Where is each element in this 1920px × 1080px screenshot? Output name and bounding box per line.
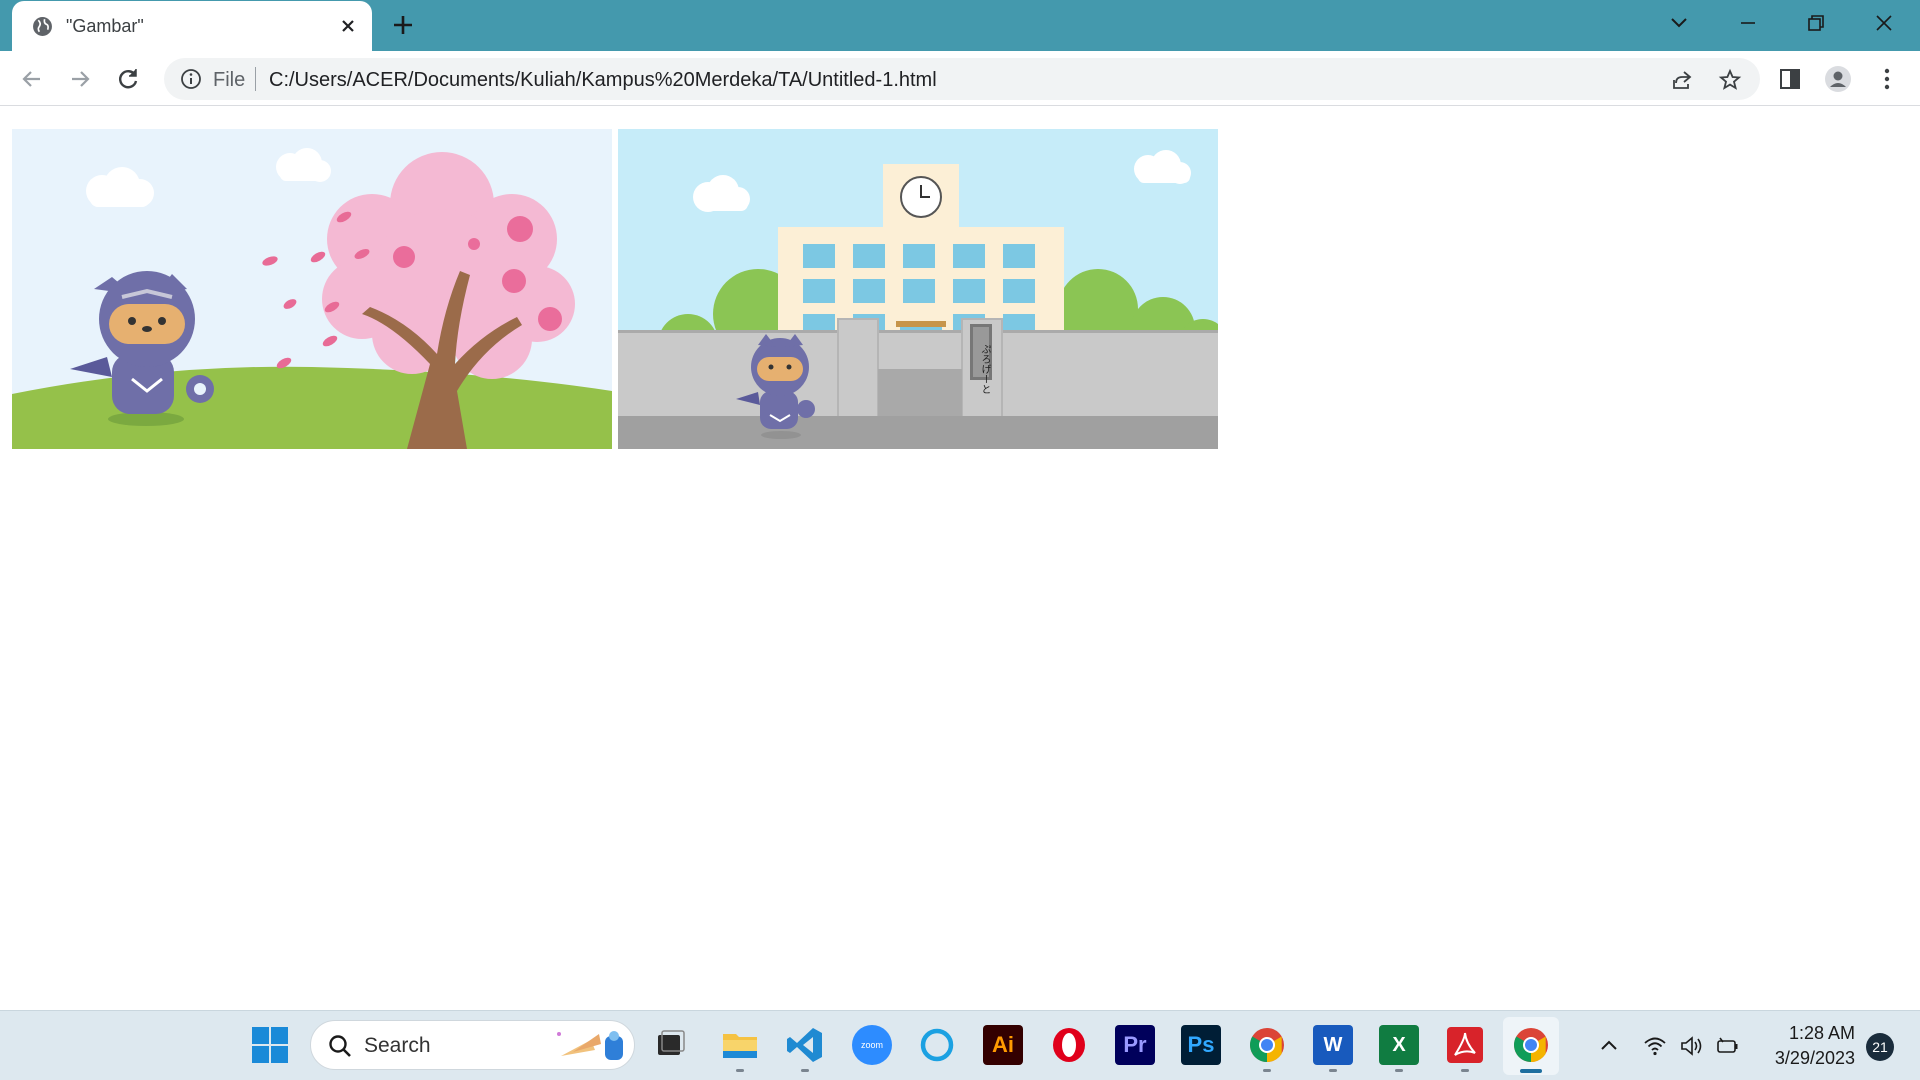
file-explorer-running-indicator: [736, 1069, 744, 1072]
volume-icon[interactable]: [1679, 1033, 1705, 1059]
search-placeholder: Search: [364, 1034, 431, 1057]
file-explorer-icon[interactable]: [720, 1025, 760, 1065]
chrome-icon[interactable]: [1247, 1025, 1287, 1065]
search-highlight-icon: [557, 1031, 623, 1060]
side-panel-icon[interactable]: [1776, 65, 1804, 93]
system-clock[interactable]: 1:28 AM 3/29/2023: [1755, 1021, 1855, 1071]
page-content: ぷろげーと: [0, 107, 1920, 1010]
premiere-pro-icon[interactable]: Pr: [1115, 1025, 1155, 1065]
battery-charging-icon[interactable]: [1714, 1033, 1740, 1059]
windows-start-icon[interactable]: [250, 1025, 290, 1065]
chrome-active-icon[interactable]: [1511, 1025, 1551, 1065]
notification-badge[interactable]: 21: [1866, 1033, 1894, 1061]
address-bar[interactable]: File C:/Users/ACER/Documents/Kuliah/Kamp…: [164, 58, 1760, 100]
word-icon[interactable]: W: [1313, 1025, 1353, 1065]
browser-toolbar: File C:/Users/ACER/Documents/Kuliah/Kamp…: [0, 51, 1920, 106]
school-sign-text: ぷろげーと: [979, 344, 990, 394]
vscode-icon[interactable]: [785, 1025, 825, 1065]
restore-icon[interactable]: [1803, 10, 1829, 36]
illustrator-icon[interactable]: Ai: [983, 1025, 1023, 1065]
more-menu-icon[interactable]: [1873, 65, 1901, 93]
zoom-icon[interactable]: zoom: [852, 1025, 892, 1065]
excel-running-indicator: [1395, 1069, 1403, 1072]
tab-search-chevron-icon[interactable]: [1666, 10, 1692, 36]
chrome-running-indicator: [1263, 1069, 1271, 1072]
site-info-icon[interactable]: [180, 68, 202, 90]
new-tab-icon[interactable]: [390, 12, 416, 38]
reload-icon[interactable]: [114, 65, 142, 93]
task-view-icon[interactable]: [650, 1025, 690, 1065]
scheme-label: File: [213, 69, 246, 91]
tab-title: "Gambar": [66, 16, 144, 36]
search-icon: [329, 1035, 351, 1057]
profile-avatar-icon[interactable]: [1824, 65, 1852, 93]
acrobat-running-indicator: [1461, 1069, 1469, 1072]
windows-taskbar: Search zoom Ai Pr Ps W X 1:28 AM 3/29/20…: [0, 1010, 1920, 1080]
acrobat-icon[interactable]: [1445, 1025, 1485, 1065]
cherry-blossom-image: [12, 129, 612, 449]
browser-tab[interactable]: "Gambar": [12, 1, 372, 51]
photoshop-icon[interactable]: Ps: [1181, 1025, 1221, 1065]
clock-date: 3/29/2023: [1774, 1048, 1855, 1068]
forward-icon[interactable]: [66, 65, 94, 93]
omnibox-separator: [255, 67, 256, 91]
close-window-icon[interactable]: [1871, 10, 1897, 36]
back-icon[interactable]: [18, 65, 46, 93]
close-tab-icon[interactable]: [337, 15, 359, 37]
wifi-icon[interactable]: [1642, 1033, 1668, 1059]
bookmark-star-icon[interactable]: [1718, 68, 1742, 92]
browser-title-bar: "Gambar": [0, 0, 1920, 51]
chrome-active-indicator: [1520, 1069, 1542, 1073]
url-text[interactable]: C:/Users/ACER/Documents/Kuliah/Kampus%20…: [269, 69, 937, 92]
globe-icon: [33, 17, 52, 36]
chevron-up-icon[interactable]: [1596, 1033, 1622, 1059]
opera-icon[interactable]: [1049, 1025, 1089, 1065]
vscode-running-indicator: [801, 1069, 809, 1072]
cortana-icon[interactable]: [917, 1025, 957, 1065]
taskbar-search-box[interactable]: Search: [310, 1020, 635, 1070]
clock-time: 1:28 AM: [1788, 1023, 1855, 1043]
excel-icon[interactable]: X: [1379, 1025, 1419, 1065]
word-running-indicator: [1329, 1069, 1337, 1072]
minimize-icon[interactable]: [1735, 10, 1761, 36]
school-building-image: [618, 129, 1218, 449]
share-icon[interactable]: [1670, 68, 1694, 92]
